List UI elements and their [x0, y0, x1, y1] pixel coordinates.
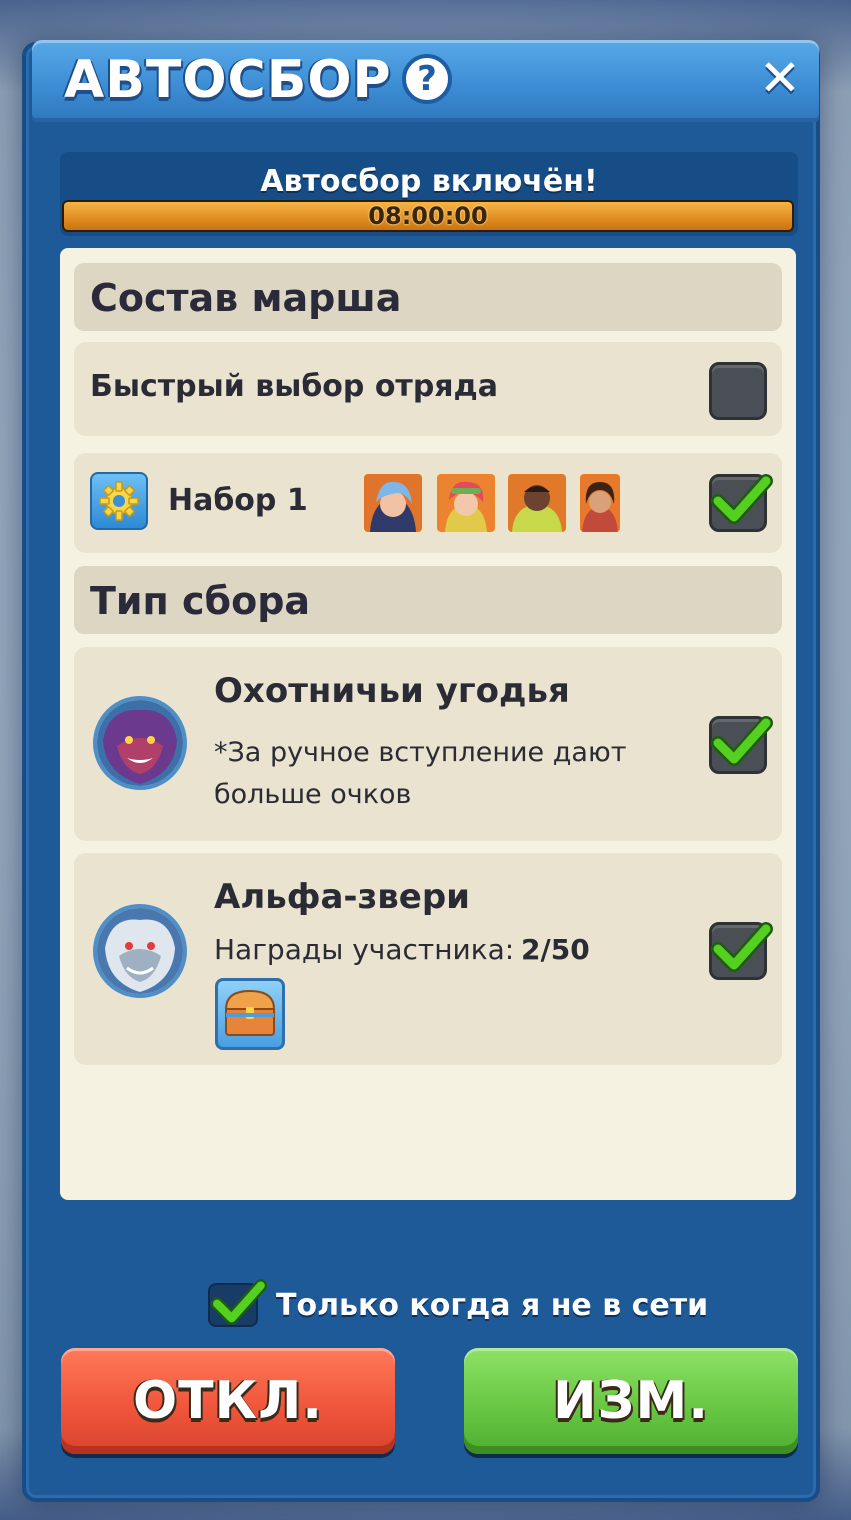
option-title: Альфа-звери — [214, 877, 470, 917]
quick-select-label: Быстрый выбор отряда — [90, 369, 499, 404]
section-title-march: Состав марша — [90, 276, 402, 320]
timer-label: 08:00:00 — [368, 202, 488, 230]
preset-settings-button[interactable] — [90, 472, 148, 530]
checkmark-icon — [210, 1279, 268, 1325]
hunting-grounds-checkbox[interactable] — [709, 716, 773, 774]
preset-label: Набор 1 — [168, 483, 308, 518]
chest-reward-icon[interactable] — [215, 978, 285, 1050]
hero-portrait-2 — [435, 472, 497, 534]
offline-only-checkbox[interactable] — [208, 1279, 268, 1327]
white-beast-icon — [93, 904, 187, 998]
gear-icon — [99, 481, 139, 521]
option-note: *За ручное вступление дают — [214, 737, 627, 768]
quick-select-row[interactable]: Быстрый выбор отряда — [74, 342, 782, 436]
section-header-gather-type: Тип сбора — [74, 566, 782, 634]
option-note: больше очков — [214, 779, 412, 810]
rewards-label: Награды участника: — [214, 933, 515, 966]
rewards-value: 2/50 — [521, 933, 590, 966]
preset-row[interactable]: Набор 1 — [74, 453, 782, 553]
werewolf-icon — [93, 696, 187, 790]
status-message: Автосбор включён! — [260, 164, 598, 199]
hero-portrait-1 — [362, 472, 424, 534]
section-title-gather-type: Тип сбора — [90, 579, 311, 623]
checkmark-icon — [711, 922, 773, 972]
checkmark-icon — [711, 716, 773, 766]
help-icon[interactable]: ? — [402, 54, 452, 104]
checkmark-icon — [711, 474, 773, 524]
close-icon[interactable]: ✕ — [752, 50, 808, 106]
preset-checkbox[interactable] — [709, 474, 773, 532]
offline-only-label: Только когда я не в сети — [276, 1288, 709, 1323]
option-title: Охотничьи угодья — [214, 671, 570, 711]
alpha-beasts-checkbox[interactable] — [709, 922, 773, 980]
dialog-title: АВТОСБОР — [64, 50, 392, 110]
edit-button[interactable]: ИЗМ. — [464, 1348, 798, 1454]
section-header-march: Состав марша — [74, 263, 782, 331]
hero-portrait-4 — [578, 472, 622, 534]
hero-portrait-3 — [506, 472, 568, 534]
quick-select-checkbox[interactable] — [709, 362, 767, 420]
disable-button[interactable]: ОТКЛ. — [61, 1348, 395, 1454]
